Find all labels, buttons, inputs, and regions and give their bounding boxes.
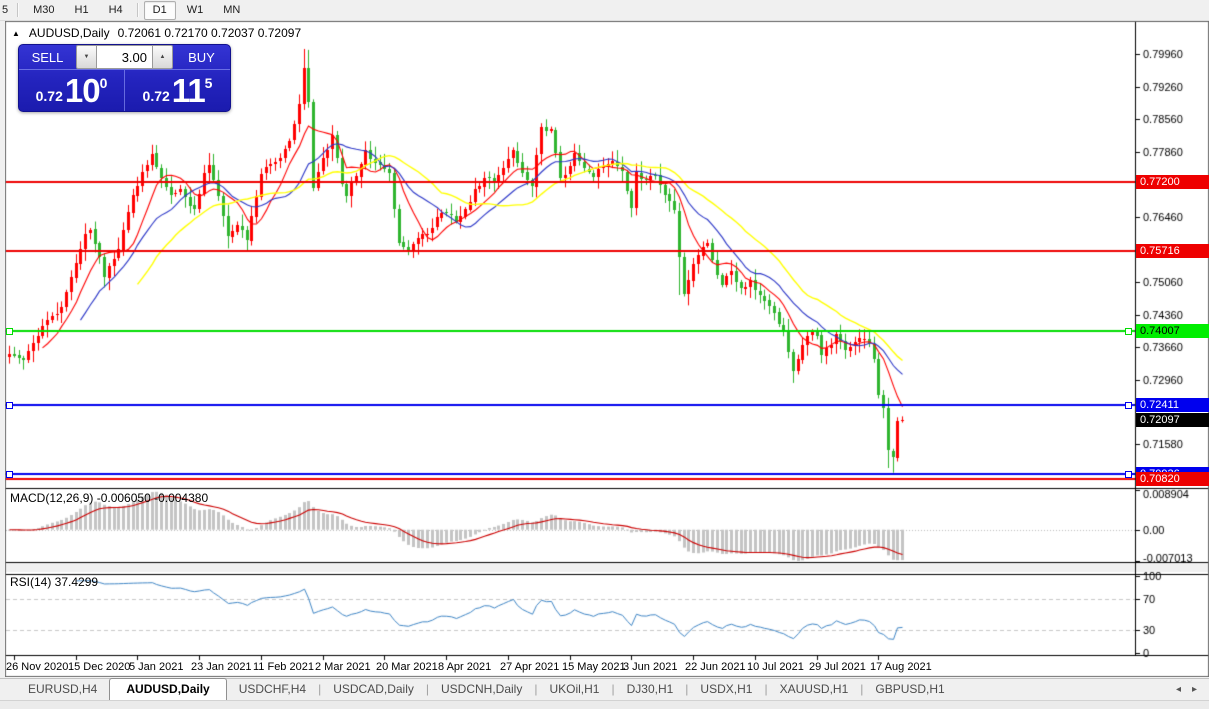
toolbar-separator — [137, 3, 139, 17]
macd-indicator-label: MACD(12,26,9) -0.006050 -0.004380 — [10, 491, 208, 505]
tab-xauusd-h1[interactable]: XAUUSD,H1 — [768, 679, 861, 700]
date-label: 15 May 2021 — [562, 661, 626, 673]
price-line-label: 0.77200 — [1136, 175, 1209, 189]
price-line-label: 0.74007 — [1136, 324, 1209, 338]
date-label: 15 Dec 2020 — [68, 661, 130, 673]
hline-handle[interactable] — [1125, 471, 1132, 478]
collapse-arrow-icon[interactable]: ▲ — [12, 29, 20, 38]
date-label: 27 Apr 2021 — [500, 661, 559, 673]
tab-gbpusd-h1[interactable]: GBPUSD,H1 — [863, 679, 956, 700]
date-label: 2 Mar 2021 — [315, 661, 371, 673]
chart-tab-bar: EURUSD,H4AUDUSD,DailyUSDCHF,H4|USDCAD,Da… — [0, 678, 1209, 700]
tab-audusd-daily[interactable]: AUDUSD,Daily — [109, 678, 226, 701]
buy-button[interactable]: BUY — [173, 45, 230, 69]
timeframe-button-h1[interactable]: H1 — [66, 1, 98, 20]
time-axis[interactable]: 26 Nov 202015 Dec 20205 Jan 2021 23 Jan 2… — [5, 658, 1135, 676]
date-label: 20 Mar 2021 — [376, 661, 438, 673]
timeframe-button-m30[interactable]: M30 — [24, 1, 63, 20]
buy-price-sup: 5 — [205, 75, 213, 91]
chart-ohlc-values: 0.72061 0.72170 0.72037 0.72097 — [118, 26, 302, 40]
price-line-label: 0.72411 — [1136, 398, 1209, 412]
chart-title: ▲ AUDUSD,Daily 0.72061 0.72170 0.72037 0… — [12, 26, 301, 40]
price-line-label: 0.70820 — [1136, 472, 1209, 486]
sell-price-sup: 0 — [100, 75, 108, 91]
sell-button[interactable]: SELL — [19, 45, 76, 69]
trading-app-window: { "toolbar": { "partial_label": "5", "ti… — [0, 0, 1209, 708]
price-line-label: 0.75716 — [1136, 244, 1209, 258]
price-axis[interactable] — [1136, 21, 1209, 657]
timeframe-button-d1[interactable]: D1 — [144, 1, 176, 20]
one-click-trade-panel: SELL ▼ ▲ BUY 0.72100 0.72115 — [18, 44, 231, 112]
sell-price-button[interactable]: 0.72100 — [19, 70, 124, 111]
date-label: 29 Jul 2021 — [809, 661, 866, 673]
date-label: 22 Jun 2021 — [685, 661, 746, 673]
tab-usdchf-h4[interactable]: USDCHF,H4 — [227, 679, 318, 700]
tab-ukoil-h1[interactable]: UKOil,H1 — [537, 679, 611, 700]
date-label: 11 Feb 2021 — [253, 661, 314, 673]
date-label: 23 Jan 2021 — [191, 661, 252, 673]
timeframe-button-m5-partial[interactable]: 5 — [0, 1, 13, 20]
price-chart-canvas[interactable] — [5, 21, 1209, 677]
buy-price-button[interactable]: 0.72115 — [124, 70, 230, 111]
volume-increase-button[interactable]: ▲ — [152, 45, 173, 69]
timeframe-toolbar: 5 M30 H1 H4 D1 W1 MN — [0, 0, 1209, 21]
hline-handle[interactable] — [1125, 328, 1132, 335]
date-label: 10 Jul 2021 — [747, 661, 804, 673]
hline-handle[interactable] — [1125, 402, 1132, 409]
toolbar-separator — [17, 3, 19, 17]
timeframe-button-w1[interactable]: W1 — [178, 1, 213, 20]
tab-usdx-h1[interactable]: USDX,H1 — [688, 679, 764, 700]
tab-eurusd-h4[interactable]: EURUSD,H4 — [16, 679, 109, 700]
chart-symbol-label: AUDUSD,Daily — [29, 26, 110, 40]
hline-handle[interactable] — [6, 402, 13, 409]
date-label: 26 Nov 2020 — [6, 661, 68, 673]
date-label: 3 Jun 2021 — [623, 661, 677, 673]
tab-scroll-arrows: ◂ ▸ — [1164, 684, 1209, 700]
hline-handle[interactable] — [6, 471, 13, 478]
buy-price-prefix: 0.72 — [143, 88, 170, 104]
sell-price-prefix: 0.72 — [36, 88, 63, 104]
tab-scroll-right-icon[interactable]: ▸ — [1192, 684, 1197, 695]
tab-scroll-left-icon[interactable]: ◂ — [1176, 684, 1181, 695]
date-label: 8 Apr 2021 — [438, 661, 491, 673]
rsi-indicator-label: RSI(14) 37.4299 — [10, 575, 98, 589]
date-label: 17 Aug 2021 — [870, 661, 932, 673]
tab-dj30-h1[interactable]: DJ30,H1 — [615, 679, 686, 700]
timeframe-button-mn[interactable]: MN — [214, 1, 249, 20]
tab-usdcad-daily[interactable]: USDCAD,Daily — [321, 679, 426, 700]
volume-decrease-button[interactable]: ▼ — [76, 45, 97, 69]
buy-price-big: 11 — [172, 73, 205, 109]
hline-handle[interactable] — [6, 328, 13, 335]
sell-price-big: 10 — [65, 73, 100, 109]
date-label: 5 Jan 2021 — [129, 661, 183, 673]
timeframe-button-h4[interactable]: H4 — [100, 1, 132, 20]
price-line-label: 0.72097 — [1136, 413, 1209, 427]
tab-usdcnh-daily[interactable]: USDCNH,Daily — [429, 679, 534, 700]
volume-input[interactable] — [97, 45, 152, 69]
